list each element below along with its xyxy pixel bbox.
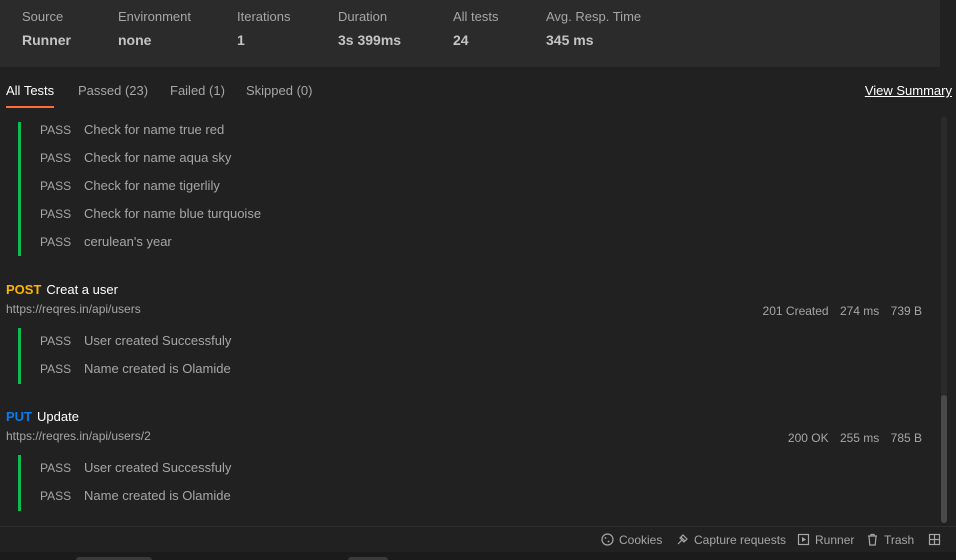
stat-value: 24 [453,32,469,48]
trash-button[interactable]: Trash [866,531,914,549]
scrollbar-thumb[interactable] [941,395,947,523]
request-url: https://reqres.in/api/users [6,302,141,316]
test-status: PASS [40,362,72,376]
stat-label: Environment [118,9,191,24]
test-row: PASS cerulean's year [0,232,930,252]
tab-failed[interactable]: Failed (1) [170,83,225,99]
test-row: PASS Name created is Olamide [0,359,930,379]
test-name: User created Successfuly [84,333,232,348]
tab-passed[interactable]: Passed (23) [78,83,148,99]
summary-edge [940,0,956,67]
stat-value: none [118,32,152,48]
stat-label: Iterations [237,9,291,24]
test-row: PASS Check for name aqua sky [0,148,930,168]
request-meta: 201 Created 274 ms 739 B [755,303,922,319]
test-results-list: PASS Check for name true red PASS Check … [0,112,956,526]
stat-value: 1 [237,32,245,48]
request-method: POST [6,282,42,297]
capture-requests-button[interactable]: Capture requests [676,531,786,549]
request-header-put[interactable]: PUT Update [6,408,79,426]
stat-duration: Duration 3s 399ms [338,9,401,49]
test-row: PASS Check for name blue turquoise [0,204,930,224]
stat-label: Duration [338,9,388,24]
request-meta: 200 OK 255 ms 785 B [780,430,922,446]
run-summary-bar: Source Runner Environment none Iteration… [0,0,956,67]
cookie-icon [601,533,619,547]
cookies-label: Cookies [619,533,663,547]
stat-environment: Environment none [118,9,191,49]
stat-value: 3s 399ms [338,32,402,48]
runner-icon [797,533,815,547]
test-name: Check for name aqua sky [84,150,232,165]
stat-iterations: Iterations 1 [237,9,290,49]
test-status: PASS [40,489,72,503]
capture-requests-label: Capture requests [694,533,787,547]
layout-toggle-button[interactable] [928,531,946,549]
layout-icon [928,533,946,547]
test-name: cerulean's year [84,234,172,249]
stat-label: Source [22,9,64,24]
capture-icon [676,533,694,547]
response-status: 200 OK [787,431,829,445]
request-header-post[interactable]: POST Creat a user [6,281,118,299]
test-name: User created Successfuly [84,460,232,475]
stat-source: Source Runner [22,9,71,49]
test-status: PASS [40,179,72,193]
stat-value: Runner [22,32,71,48]
response-size: 739 B [890,304,922,318]
test-name: Name created is Olamide [84,361,231,376]
test-status: PASS [40,123,72,137]
trash-label: Trash [884,533,915,547]
test-status: PASS [40,461,72,475]
status-bar: Cookies Capture requests Runner Trash [0,526,956,552]
test-row: PASS Check for name tigerlily [0,176,930,196]
test-status: PASS [40,207,72,221]
tab-all-tests[interactable]: All Tests [6,83,54,99]
response-time: 274 ms [839,304,880,318]
test-status: PASS [40,235,72,249]
view-summary-link[interactable]: View Summary [865,83,952,99]
request-name: Creat a user [46,282,118,297]
test-row: PASS Name created is Olamide [0,486,930,506]
runner-label: Runner [815,533,855,547]
result-tabs: All Tests Passed (23) Failed (1) Skipped… [0,67,956,112]
stat-value: 345 ms [546,32,594,48]
tab-skipped[interactable]: Skipped (0) [246,83,312,99]
response-status: 201 Created [762,304,829,318]
cookies-button[interactable]: Cookies [601,531,662,549]
test-status: PASS [40,334,72,348]
runner-button[interactable]: Runner [797,531,854,549]
test-status: PASS [40,151,72,165]
test-name: Name created is Olamide [84,488,231,503]
stat-all-tests: All tests 24 [453,9,499,49]
request-url: https://reqres.in/api/users/2 [6,429,151,443]
trash-icon [866,533,884,547]
test-name: Check for name true red [84,122,225,137]
stat-avg-resp-time: Avg. Resp. Time 345 ms [546,9,641,49]
response-size: 785 B [890,431,922,445]
active-tab-indicator [6,106,54,108]
request-name: Update [37,409,79,424]
test-name: Check for name tigerlily [84,178,220,193]
response-time: 255 ms [839,431,880,445]
stat-label: Avg. Resp. Time [546,9,642,24]
test-row: PASS Check for name true red [0,120,930,140]
stat-label: All tests [453,9,499,24]
test-row: PASS User created Successfuly [0,331,930,351]
test-name: Check for name blue turquoise [84,206,262,221]
request-method: PUT [6,409,32,424]
test-row: PASS User created Successfuly [0,458,930,478]
